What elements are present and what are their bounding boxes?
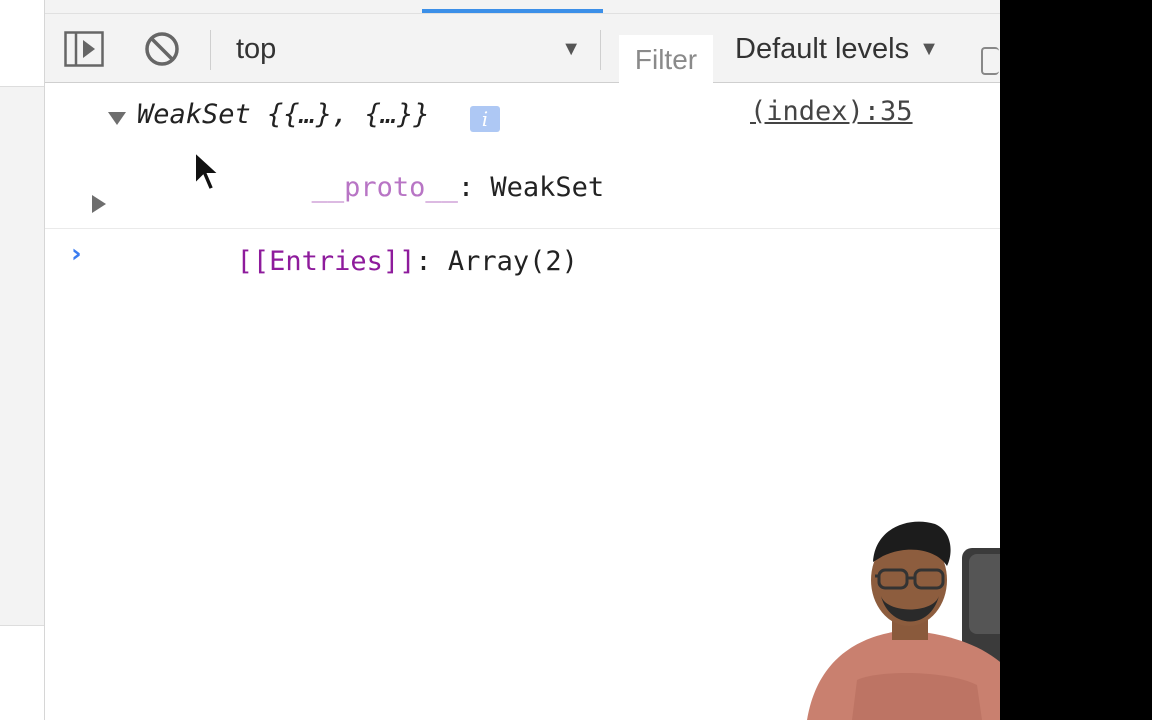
clear-console-button[interactable] — [141, 28, 183, 70]
clear-console-icon — [145, 32, 179, 66]
filter-input[interactable]: Filter — [619, 35, 713, 85]
triangle-right-icon[interactable] — [92, 195, 106, 213]
dropdown-arrow-icon: ▼ — [561, 38, 581, 60]
settings-overflow-icon[interactable] — [981, 47, 999, 75]
sidebar-toggle-icon — [64, 31, 104, 67]
devtools-tabstrip — [45, 0, 1000, 14]
console-message: WeakSet {{…}, {…}} i (index):35 __proto_… — [45, 83, 1000, 277]
info-badge-icon[interactable]: i — [470, 106, 500, 132]
toolbar-separator — [600, 30, 601, 70]
source-link[interactable]: (index):35 — [750, 96, 913, 127]
log-levels-dropdown[interactable]: Default levels ▼ — [735, 28, 939, 70]
context-selector[interactable]: top ▼ — [221, 28, 581, 70]
triangle-down-icon[interactable] — [108, 112, 126, 125]
sidebar-toggle-button[interactable] — [63, 28, 105, 70]
mouse-cursor-icon — [194, 150, 222, 192]
console-toolbar: top ▼ Filter Default levels ▼ — [45, 14, 1000, 85]
active-tab-indicator — [422, 9, 603, 13]
screen: top ▼ Filter Default levels ▼ WeakSet {{… — [0, 0, 1152, 720]
background-page-strip — [0, 0, 45, 720]
console-prompt[interactable]: › — [45, 229, 1000, 289]
context-label: top — [236, 32, 277, 65]
devtools-panel: top ▼ Filter Default levels ▼ WeakSet {{… — [45, 0, 1045, 720]
right-black-bar — [1000, 0, 1152, 720]
background-page-top — [0, 0, 44, 87]
object-summary[interactable]: WeakSet {{…}, {…}} — [137, 99, 430, 130]
filter-placeholder: Filter — [634, 44, 698, 75]
toolbar-separator — [210, 30, 211, 70]
log-levels-label: Default levels — [735, 32, 910, 65]
dropdown-arrow-icon: ▼ — [919, 37, 939, 60]
prompt-chevron-icon: › — [71, 239, 82, 269]
background-page-middle — [0, 87, 44, 626]
